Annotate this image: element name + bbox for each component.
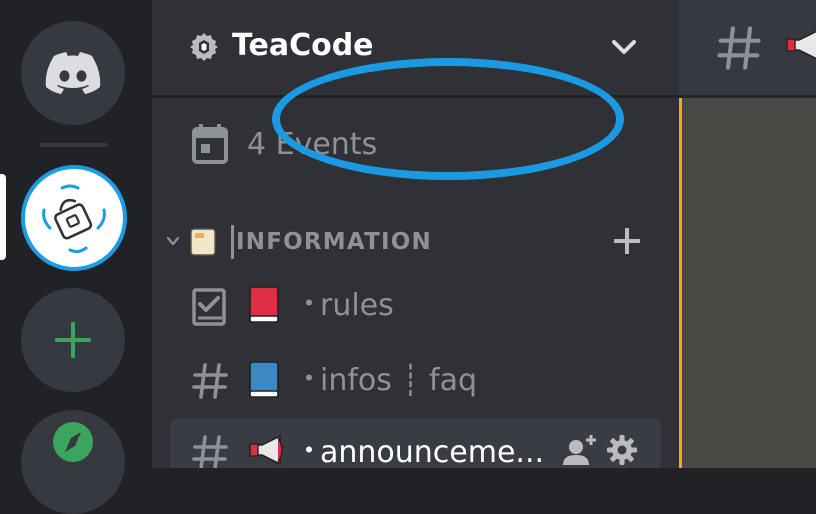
gear-icon[interactable] — [607, 435, 637, 465]
home-button[interactable] — [21, 21, 125, 125]
channel-name: announceme... — [320, 435, 545, 468]
plus-icon[interactable] — [612, 226, 642, 256]
megaphone-emoji — [786, 30, 816, 60]
discord-logo-icon — [45, 52, 101, 94]
selected-server-indicator — [0, 174, 6, 260]
chevron-down-icon — [166, 236, 180, 246]
server-rail — [0, 0, 152, 514]
rules-channel-icon — [192, 288, 226, 326]
rail-separator — [40, 143, 108, 147]
channel-name: rules — [320, 288, 394, 323]
channel-infos-faq[interactable]: ・ infos ┊ faq — [170, 347, 661, 415]
teacode-server-icon — [42, 184, 106, 254]
channel-sidebar: TeaCode 4 Events INFORMATION ・ rules ・ i… — [152, 0, 679, 468]
category-information[interactable]: INFORMATION — [160, 220, 660, 264]
channel-header — [679, 0, 816, 98]
channel-rules[interactable]: ・ rules — [170, 272, 661, 340]
channel-separator: ・ — [295, 362, 324, 395]
calendar-icon — [192, 124, 228, 164]
red-book-emoji — [249, 286, 279, 323]
server-teacode[interactable] — [21, 165, 127, 271]
category-divider — [231, 225, 234, 259]
channel-name: infos ┊ faq — [320, 363, 478, 398]
add-server-button[interactable] — [21, 288, 125, 392]
channel-announcements[interactable]: ・ announceme... — [170, 419, 661, 468]
blue-book-emoji — [249, 361, 279, 398]
server-badge-icon — [190, 33, 218, 61]
events-label: 4 Events — [247, 126, 378, 162]
events-button[interactable]: 4 Events — [192, 118, 377, 170]
plus-icon — [55, 322, 91, 358]
explore-servers-button[interactable] — [21, 410, 125, 514]
chevron-down-icon[interactable] — [609, 32, 639, 62]
message-area — [679, 98, 816, 468]
hash-icon — [192, 363, 228, 399]
guild-header[interactable]: TeaCode — [152, 0, 679, 98]
category-name: INFORMATION — [236, 229, 432, 255]
channel-separator: ・ — [295, 287, 324, 320]
channel-separator: ・ — [295, 434, 324, 467]
compass-icon — [53, 422, 93, 462]
guild-name[interactable]: TeaCode — [232, 24, 374, 68]
add-member-icon[interactable] — [562, 433, 598, 467]
notebook-emoji — [190, 228, 216, 256]
hash-icon — [717, 26, 761, 70]
megaphone-emoji — [249, 434, 283, 466]
hash-icon — [192, 435, 228, 468]
